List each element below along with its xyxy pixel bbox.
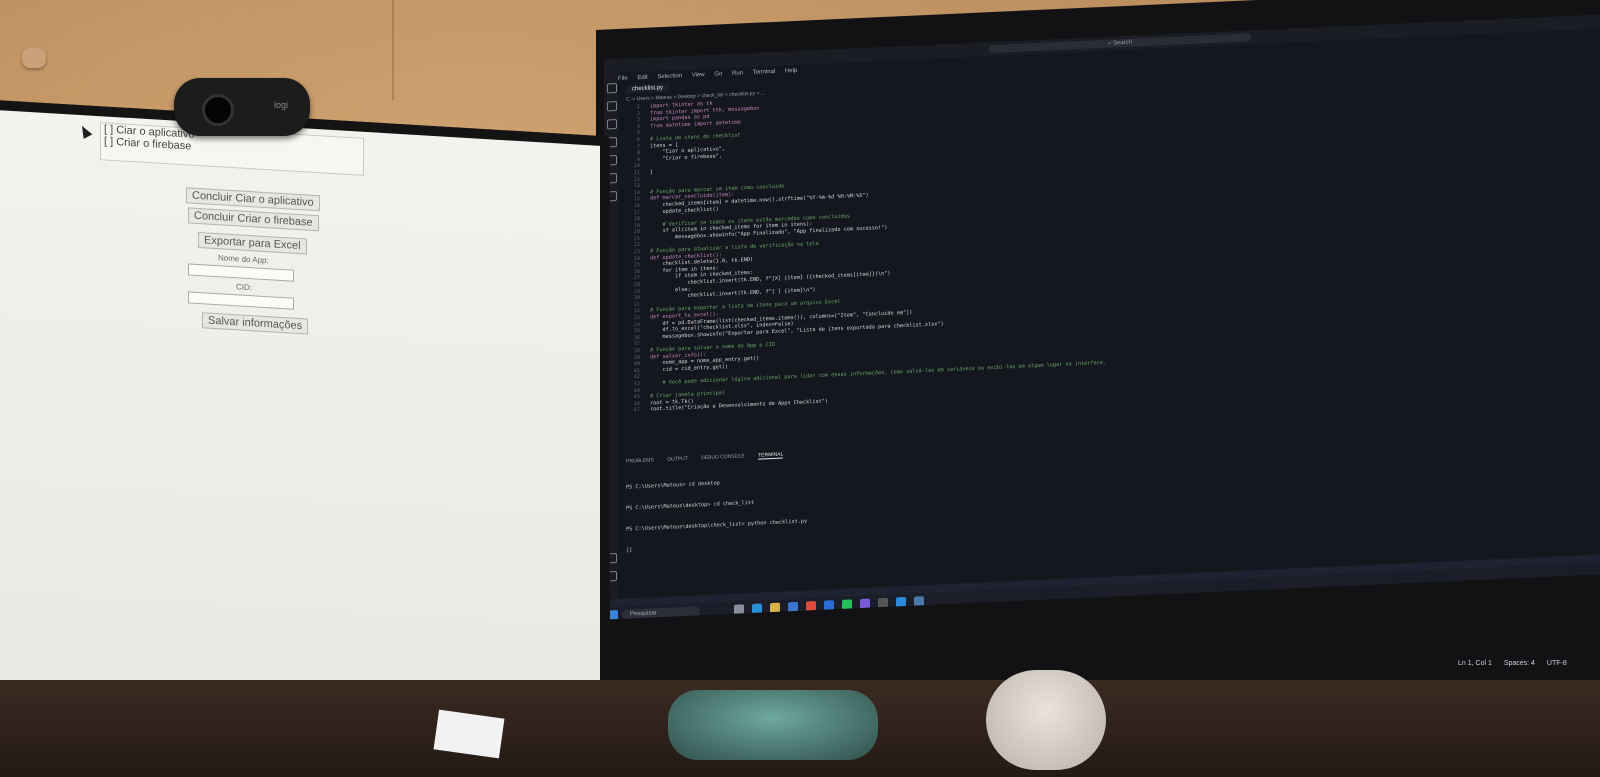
taskbar-search-label: Pesquisar: [630, 610, 657, 618]
desk-lamp: [986, 670, 1106, 770]
command-search[interactable]: ⌕ Search: [989, 33, 1251, 54]
app-name-label: Nome do App:: [218, 253, 269, 266]
webcam-logo: logi: [274, 100, 289, 110]
source-control-icon[interactable]: [607, 119, 617, 130]
vscode-icon[interactable]: [896, 596, 906, 608]
export-excel-button[interactable]: Exportar para Excel: [198, 232, 307, 255]
right-monitor: ⌕ Search File Edit Selection View Go Run…: [596, 0, 1600, 730]
terminal-line: PS C:\Users\Mateus\desktop> cd check_lis…: [626, 499, 755, 512]
line-number: 47: [633, 407, 640, 414]
menu-terminal[interactable]: Terminal: [753, 69, 776, 76]
cursor-position[interactable]: Ln 1, Col 1: [1458, 660, 1492, 667]
tab-output[interactable]: OUTPUT: [667, 456, 688, 463]
save-info-button[interactable]: Salvar informações: [202, 312, 309, 335]
tab-problems[interactable]: PROBLEMS: [626, 457, 654, 464]
terminal-line: PS C:\Users\Mateus\desktop\check_list> p…: [626, 518, 808, 533]
python-icon[interactable]: [914, 596, 924, 607]
wall-seam: [392, 0, 394, 100]
tab-terminal[interactable]: TERMINAL: [758, 451, 784, 460]
tab-debug-console[interactable]: DEBUG CONSOLE: [701, 453, 745, 461]
encoding[interactable]: UTF-8: [1547, 660, 1567, 667]
spotify-icon[interactable]: [842, 599, 852, 610]
search-icon[interactable]: [607, 101, 617, 112]
menu-run[interactable]: Run: [732, 70, 743, 77]
panel-tabs: PROBLEMS OUTPUT DEBUG CONSOLE TERMINAL: [626, 451, 795, 465]
menu-selection[interactable]: Selection: [657, 73, 682, 80]
code-editor[interactable]: 1 import tkinter as tk 2 from tkinter impo…: [626, 61, 1586, 414]
menu-edit[interactable]: Edit: [637, 75, 647, 81]
github-icon[interactable]: [878, 597, 888, 609]
concluir-button-2[interactable]: Concluir Criar o firebase: [188, 207, 319, 232]
editor-tab-checklist[interactable]: checklist.py: [626, 83, 670, 94]
browser-icon[interactable]: [824, 600, 834, 611]
task-view-icon[interactable]: [734, 604, 744, 615]
left-monitor: [ ] Ciar o aplicativo [ ] Criar o fireba…: [0, 100, 610, 777]
game-controller: [668, 690, 878, 760]
webcam-lens: [202, 94, 234, 126]
store-icon[interactable]: [788, 601, 798, 613]
windows-taskbar: Pesquisar: [604, 562, 1600, 620]
app-name-field[interactable]: [188, 263, 294, 282]
vscode-titlebar: ⌕ Search: [604, 14, 1600, 74]
webcam: logi: [174, 78, 310, 136]
taskbar-search[interactable]: Pesquisar: [622, 606, 700, 620]
editor-tab-label: checklist.py: [632, 84, 664, 93]
terminal-line: PS C:\Users\Mateus> cd desktop: [626, 480, 720, 491]
menu-view[interactable]: View: [692, 72, 705, 79]
file-explorer-icon[interactable]: [770, 602, 780, 614]
cid-field[interactable]: [188, 291, 294, 310]
edge-icon[interactable]: [752, 603, 762, 614]
explorer-icon[interactable]: [607, 83, 617, 94]
terminal-cursor: []: [626, 547, 633, 554]
menu-file[interactable]: File: [618, 76, 628, 82]
mouse-cursor: [77, 123, 93, 139]
indentation[interactable]: Spaces: 4: [1504, 660, 1535, 667]
vscode-window: ⌕ Search File Edit Selection View Go Run…: [604, 14, 1600, 620]
tkinter-app-window: [ ] Ciar o aplicativo [ ] Criar o fireba…: [0, 110, 600, 721]
menu-help[interactable]: Help: [785, 68, 797, 75]
cid-label: CID:: [236, 282, 252, 293]
brave-icon[interactable]: [806, 601, 816, 612]
editor-status: Ln 1, Col 1 Spaces: 4 UTF-8: [1458, 660, 1577, 667]
app-icon[interactable]: [860, 598, 870, 610]
terminal-output[interactable]: PS C:\Users\Mateus> cd desktop PS C:\Use…: [626, 462, 807, 568]
code-text: ]: [650, 169, 654, 176]
search-placeholder: Search: [1113, 39, 1133, 47]
menu-go[interactable]: Go: [714, 71, 722, 77]
wall-knob: [22, 48, 46, 68]
